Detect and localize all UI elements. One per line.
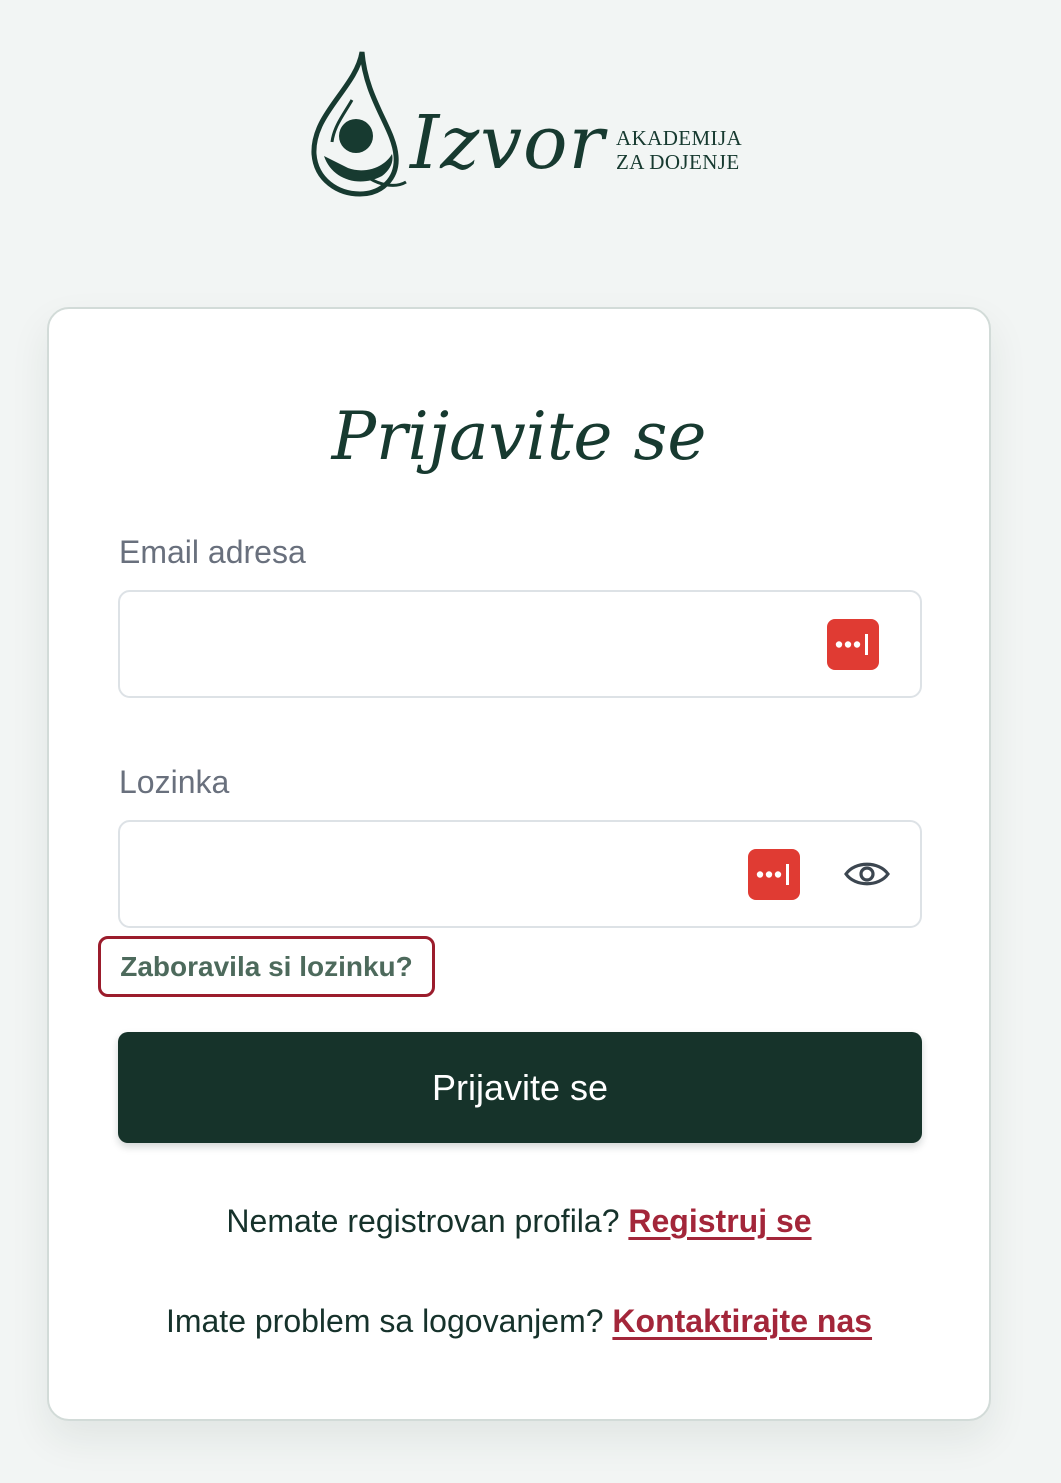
brand-wordmark: Izvor [410, 100, 605, 186]
login-submit-button[interactable]: Prijavite se [118, 1032, 922, 1143]
show-password-eye-icon[interactable] [843, 852, 891, 896]
contact-prompt-text: Imate problem sa logovanjem? [165, 1303, 604, 1339]
brand-tagline-line1: AKADEMIJA [616, 126, 743, 150]
email-input[interactable] [142, 612, 706, 678]
register-prompt-text: Nemate registrovan profila? [226, 1203, 620, 1239]
password-label: Lozinka [119, 764, 230, 800]
password-manager-icon[interactable] [827, 619, 879, 670]
login-card: Prijavite se Email adresa Lozinka Zabora… [47, 307, 991, 1421]
drop-logo-icon [311, 51, 407, 197]
brand-tagline-line2: ZA DOJENJE [616, 150, 740, 174]
email-label: Email adresa [119, 534, 306, 570]
brand-tagline: AKADEMIJA ZA DOJENJE [616, 126, 742, 174]
register-prompt: Nemate registrovan profila? Registruj se [49, 1201, 989, 1241]
contact-prompt: Imate problem sa logovanjem? Kontaktiraj… [49, 1301, 989, 1341]
contact-link[interactable]: Kontaktirajte nas [612, 1303, 872, 1339]
register-link[interactable]: Registruj se [628, 1203, 811, 1239]
brand-logo: Izvor AKADEMIJA ZA DOJENJE [310, 48, 750, 198]
forgot-password-link[interactable]: Zaboravila si lozinku? [98, 936, 435, 997]
password-manager-icon[interactable] [748, 849, 800, 900]
password-input[interactable] [142, 842, 706, 908]
email-field[interactable] [118, 590, 922, 698]
page-title: Prijavite se [331, 398, 707, 475]
password-field[interactable] [118, 820, 922, 928]
